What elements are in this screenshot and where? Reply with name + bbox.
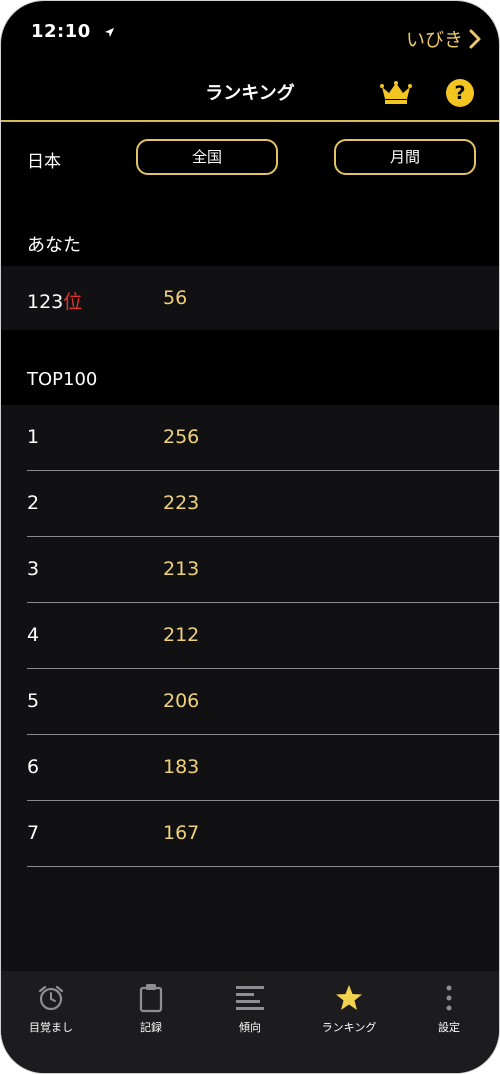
crown-button[interactable] [380, 81, 412, 105]
app-screen: 12:10 いびき ランキング ? 日本 全国 月間 あなた 123位 56 T… [0, 0, 500, 1074]
top100-list: 1 256 2 223 3 213 4 212 5 206 6 183 7 16… [1, 405, 499, 971]
ranking-row: 4 212 [1, 603, 499, 669]
your-rank: 123位 [27, 291, 83, 313]
tab-ranking[interactable]: ランキング [309, 983, 389, 1035]
rank-suffix: 位 [63, 291, 83, 313]
region-label: 日本 [27, 152, 61, 172]
ranking-row: 7 167 [1, 801, 499, 867]
page-title: ランキング [205, 83, 295, 104]
ranking-row: 6 183 [1, 735, 499, 801]
row-rank: 3 [27, 558, 40, 580]
your-score: 56 [163, 287, 188, 309]
dots-vertical-icon [409, 983, 489, 1013]
row-divider [27, 866, 499, 867]
help-button[interactable]: ? [446, 79, 474, 107]
crown-icon [380, 81, 412, 104]
ranking-row: 5 206 [1, 669, 499, 735]
tab-label: ランキング [321, 1021, 377, 1034]
you-section-heading: あなた [27, 235, 81, 256]
row-score: 212 [163, 624, 200, 646]
location-arrow-icon [104, 22, 115, 43]
row-score: 213 [163, 558, 200, 580]
star-icon [309, 983, 389, 1013]
ranking-row: 1 256 [1, 405, 499, 471]
status-bar: 12:10 いびき [1, 1, 499, 61]
row-score: 256 [163, 426, 200, 448]
back-to-snore-button[interactable]: いびき [406, 25, 481, 52]
row-rank: 4 [27, 624, 40, 646]
alarm-clock-icon [11, 983, 91, 1013]
scope-filter-button[interactable]: 全国 [136, 139, 278, 175]
ranking-row: 2 223 [1, 471, 499, 537]
your-rank-row: 123位 56 [1, 266, 499, 330]
ranking-row: 3 213 [1, 537, 499, 603]
row-score: 167 [163, 822, 200, 844]
row-score: 206 [163, 690, 200, 712]
tab-label: 設定 [438, 1021, 460, 1034]
tab-alarm[interactable]: 目覚まし [11, 983, 91, 1035]
chevron-right-icon [469, 29, 481, 48]
tab-bar: 目覚まし 記録 傾向 ランキング 設定 [1, 971, 499, 1073]
row-score: 183 [163, 756, 200, 778]
tab-records[interactable]: 記録 [111, 983, 191, 1035]
header-divider [1, 120, 499, 122]
row-rank: 1 [27, 426, 40, 448]
row-rank: 5 [27, 690, 40, 712]
row-rank: 6 [27, 756, 40, 778]
row-score: 223 [163, 492, 200, 514]
back-label: いびき [405, 29, 463, 51]
lines-icon [210, 983, 290, 1013]
row-rank: 2 [27, 492, 40, 514]
tab-settings[interactable]: 設定 [409, 983, 489, 1035]
tab-label: 記録 [140, 1021, 162, 1034]
tab-trends[interactable]: 傾向 [210, 983, 290, 1035]
tab-label: 傾向 [239, 1021, 261, 1034]
tab-label: 目覚まし [29, 1021, 73, 1034]
top100-section-heading: TOP100 [27, 369, 98, 390]
clipboard-icon [111, 983, 191, 1013]
status-time: 12:10 [31, 21, 115, 43]
row-rank: 7 [27, 822, 40, 844]
question-mark-icon: ? [454, 82, 466, 104]
period-filter-button[interactable]: 月間 [334, 139, 476, 175]
